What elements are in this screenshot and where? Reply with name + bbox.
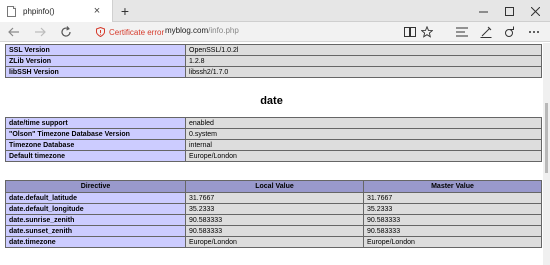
table-row: date.timezone Europe/London Europe/Londo… [5,236,542,248]
table-row: libSSH Version libssh2/1.7.0 [5,66,542,78]
master-value-cell: 90.583333 [363,225,542,237]
scrollbar-thumb[interactable] [545,103,548,173]
table-value-cell: 0.system [185,128,542,140]
address-bar: Certificate error myblog.com/info.php [0,22,550,42]
directive-cell: date.default_longitude [5,203,186,215]
table-row: Timezone Database internal [5,139,542,151]
local-value-cell: 35.2333 [185,203,364,215]
back-arrow-icon[interactable] [6,24,22,40]
url-field[interactable]: myblog.com/info.php [165,26,239,35]
master-value-cell: 35.2333 [363,203,542,215]
directive-cell: date.sunset_zenith [5,225,186,237]
close-tab-icon[interactable]: × [90,4,104,18]
section-heading-date: date [260,95,283,107]
url-path: /info.php [208,26,239,35]
more-options-icon[interactable] [526,24,542,40]
table-key-cell: Timezone Database [5,139,186,151]
table-value-cell: 1.2.8 [185,55,542,67]
table-value-cell: OpenSSL/1.0.2l [185,44,542,56]
local-value-cell: 31.7667 [185,192,364,204]
date-info-table: date/time support enabled "Olson" Timezo… [5,117,542,162]
table-row: date.default_latitude 31.7667 31.7667 [5,192,542,204]
table-row: SSL Version OpenSSL/1.0.2l [5,44,542,56]
table-value-cell: Europe/London [185,150,542,162]
reading-view-icon[interactable] [402,24,418,40]
table-row: date.sunrise_zenith 90.583333 90.583333 [5,214,542,226]
table-row: date.default_longitude 35.2333 35.2333 [5,203,542,215]
ssl-info-table: SSL Version OpenSSL/1.0.2l ZLib Version … [5,44,542,78]
certificate-error-indicator[interactable]: Certificate error [96,26,164,38]
local-value-cell: 90.583333 [185,225,364,237]
date-directives-table: Directive Local Value Master Value date.… [5,180,542,248]
page-icon [6,5,17,17]
tab-bar: phpinfo() × + [0,0,550,22]
browser-tab[interactable]: phpinfo() × [0,0,113,22]
forward-arrow-icon[interactable] [32,24,48,40]
url-host: myblog.com [165,26,209,35]
directive-cell: date.default_latitude [5,192,186,204]
column-header-local-value: Local Value [185,180,364,193]
vertical-scrollbar[interactable] [543,43,550,265]
table-key-cell: "Olson" Timezone Database Version [5,128,186,140]
warning-shield-icon [96,27,105,37]
table-row: "Olson" Timezone Database Version 0.syst… [5,128,542,140]
tab-title: phpinfo() [23,6,55,16]
master-value-cell: 31.7667 [363,192,542,204]
new-tab-button[interactable]: + [116,2,134,20]
minimize-icon[interactable] [470,0,496,22]
directive-cell: date.sunrise_zenith [5,214,186,226]
table-key-cell: Default timezone [5,150,186,162]
column-header-master-value: Master Value [363,180,542,193]
table-row: date.sunset_zenith 90.583333 90.583333 [5,225,542,237]
table-value-cell: internal [185,139,542,151]
column-header-directive: Directive [5,180,186,193]
directive-cell: date.timezone [5,236,186,248]
table-value-cell: libssh2/1.7.0 [185,66,542,78]
master-value-cell: 90.583333 [363,214,542,226]
table-key-cell: date/time support [5,117,186,129]
hub-menu-icon[interactable] [454,24,470,40]
close-window-icon[interactable] [522,0,548,22]
table-key-cell: libSSH Version [5,66,186,78]
table-key-cell: SSL Version [5,44,186,56]
maximize-icon[interactable] [496,0,522,22]
table-row: ZLib Version 1.2.8 [5,55,542,67]
table-row: Default timezone Europe/London [5,150,542,162]
share-icon[interactable] [502,24,518,40]
table-row: date/time support enabled [5,117,542,129]
local-value-cell: Europe/London [185,236,364,248]
page-content[interactable]: SSL Version OpenSSL/1.0.2l ZLib Version … [0,43,550,265]
certificate-error-label: Certificate error [109,27,165,37]
web-note-pen-icon[interactable] [478,24,494,40]
refresh-icon[interactable] [58,24,74,40]
favorite-star-icon[interactable] [419,24,435,40]
local-value-cell: 90.583333 [185,214,364,226]
table-value-cell: enabled [185,117,542,129]
master-value-cell: Europe/London [363,236,542,248]
table-key-cell: ZLib Version [5,55,186,67]
table-header-row: Directive Local Value Master Value [5,180,542,193]
